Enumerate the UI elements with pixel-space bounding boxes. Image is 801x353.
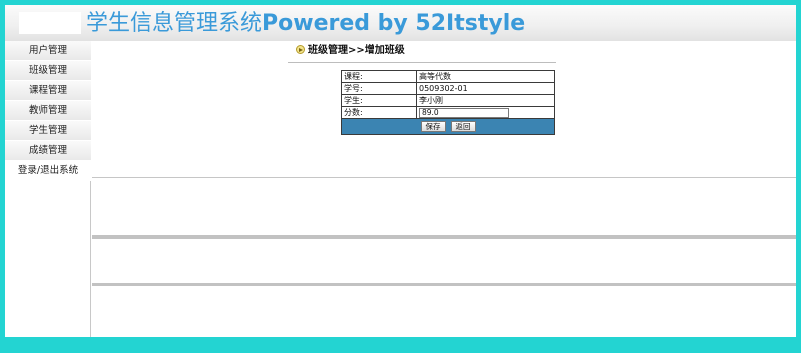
score-form: 课程: 高等代数 学号: 0509302-01 学生: 李小刚 分数: 保存 返… [341,70,555,135]
sidebar-item-students[interactable]: 学生管理 [5,121,91,141]
arrow-circle-icon [296,45,305,54]
sidebar-item-teachers[interactable]: 教师管理 [5,101,91,121]
form-row-score: 分数: [342,107,554,119]
sidebar-item-courses[interactable]: 课程管理 [5,81,91,101]
student-label: 学生: [342,95,417,106]
frame-divider-2[interactable] [92,235,796,239]
breadcrumb-text: 班级管理>>增加班级 [308,45,405,56]
sidebar: 用户管理 班级管理 课程管理 教师管理 学生管理 成绩管理 登录/退出系统 [5,41,91,337]
form-row-student-id: 学号: 0509302-01 [342,83,554,95]
logo [19,12,81,34]
student-id-value: 0509302-01 [419,84,468,93]
form-row-student: 学生: 李小刚 [342,95,554,107]
sidebar-item-classes[interactable]: 班级管理 [5,61,91,81]
back-button[interactable]: 返回 [450,121,476,132]
frame-divider-1 [92,177,796,178]
score-cell [417,107,554,118]
score-label: 分数: [342,107,417,118]
form-row-course: 课程: 高等代数 [342,71,554,83]
sidebar-item-grades[interactable]: 成绩管理 [5,141,91,161]
student-value: 李小刚 [419,96,443,105]
breadcrumb-divider [288,62,556,63]
sidebar-item-login-logout[interactable]: 登录/退出系统 [5,161,91,181]
breadcrumb: 班级管理>>增加班级 [296,44,405,58]
student-id-label: 学号: [342,83,417,94]
frame-divider-3[interactable] [92,283,796,286]
header: 学生信息管理系统Powered by 52Itstyle [5,5,796,41]
score-input[interactable] [419,107,509,118]
app-title-en: Powered by 52Itstyle [262,11,526,36]
app-frame: 学生信息管理系统Powered by 52Itstyle 用户管理 班级管理 课… [5,5,796,337]
course-value: 高等代数 [419,72,451,81]
form-button-bar: 保存 返回 [342,119,554,134]
app-title-cn: 学生信息管理系统 [86,11,263,36]
app-title: 学生信息管理系统Powered by 52Itstyle [86,11,525,37]
main-content: 班级管理>>增加班级 课程: 高等代数 学号: 0509302-01 学生: 李… [92,41,796,337]
sidebar-item-users[interactable]: 用户管理 [5,41,91,61]
save-button[interactable]: 保存 [420,121,446,132]
course-label: 课程: [342,71,417,82]
